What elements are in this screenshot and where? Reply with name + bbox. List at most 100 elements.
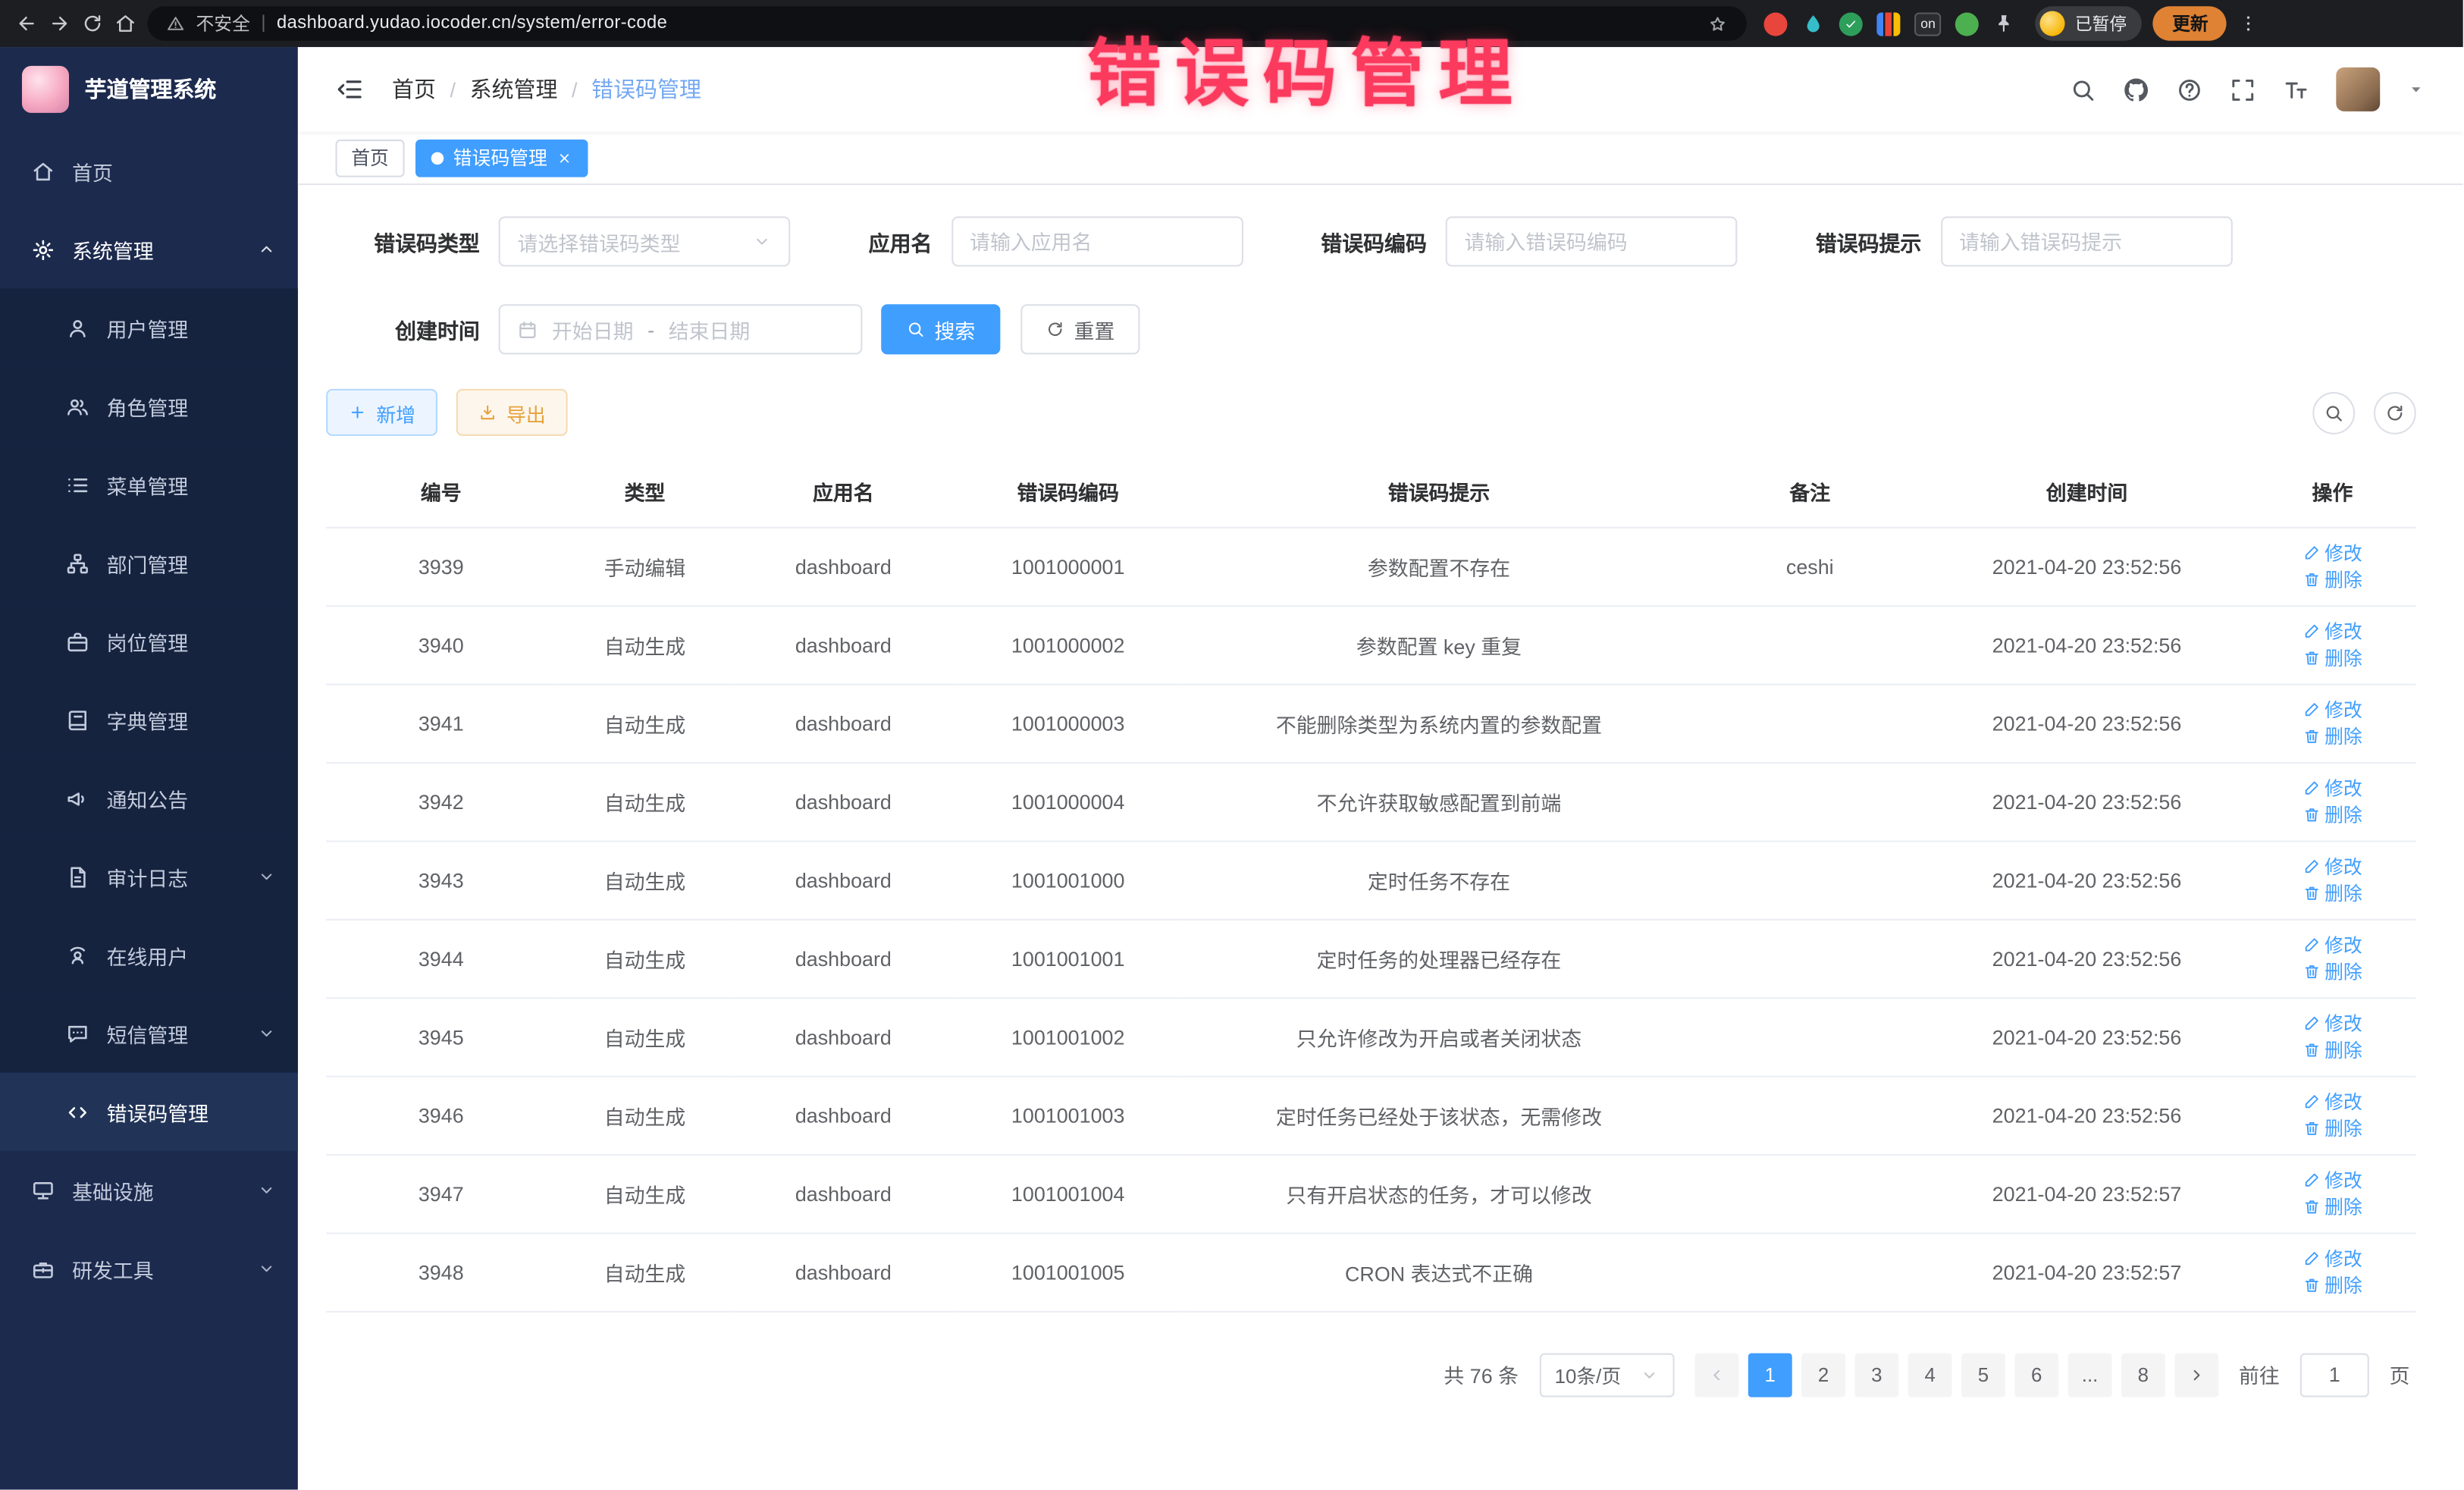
next-page-button[interactable] <box>2174 1353 2218 1397</box>
sidebar-item-7[interactable]: 岗位管理 <box>0 602 298 680</box>
reload-icon[interactable] <box>82 13 104 35</box>
bookmark-star-icon[interactable] <box>1707 14 1728 34</box>
user-avatar[interactable] <box>2336 67 2380 111</box>
edit-link[interactable]: 修改 <box>2303 931 2362 958</box>
browser-menu-icon[interactable] <box>2238 13 2260 35</box>
goto-page-input[interactable] <box>2300 1353 2369 1397</box>
extension-green-icon[interactable] <box>1956 12 1980 36</box>
page-size-select[interactable]: 10条/页 <box>1539 1353 1675 1397</box>
edit-icon <box>2303 701 2320 718</box>
help-icon[interactable] <box>2176 76 2202 102</box>
cell-remark <box>1695 1154 1925 1232</box>
extension-red-icon[interactable] <box>1764 12 1788 36</box>
app-name-input[interactable] <box>951 216 1243 266</box>
delete-link[interactable]: 删除 <box>2303 880 2362 906</box>
error-code-input[interactable] <box>1446 216 1738 266</box>
delete-link[interactable]: 删除 <box>2303 1115 2362 1141</box>
cell-app: dashboard <box>734 919 953 997</box>
toggle-search-button[interactable] <box>2312 391 2355 434</box>
search-icon[interactable] <box>2070 76 2096 102</box>
logo-row[interactable]: 芋道管理系统 <box>0 47 298 132</box>
edit-link[interactable]: 修改 <box>2303 1167 2362 1194</box>
delete-link[interactable]: 删除 <box>2303 723 2362 749</box>
sidebar-item-3[interactable]: 用户管理 <box>0 289 298 367</box>
tab-首页[interactable]: 首页 <box>336 139 405 177</box>
edit-link[interactable]: 修改 <box>2303 696 2362 723</box>
error-type-select[interactable]: 请选择错误码类型 <box>499 216 791 266</box>
edit-link[interactable]: 修改 <box>2303 1245 2362 1272</box>
error-hint-input[interactable] <box>1940 216 2232 266</box>
sidebar-item-5[interactable]: 菜单管理 <box>0 445 298 523</box>
browser-home-icon[interactable] <box>114 13 136 35</box>
search-button[interactable]: 搜索 <box>881 304 1000 354</box>
sidebar-item-11[interactable]: 在线用户 <box>0 916 298 994</box>
pinned-extension-icon[interactable] <box>1993 13 2015 35</box>
delete-link[interactable]: 删除 <box>2303 1272 2362 1298</box>
sidebar-item-1[interactable]: 首页 <box>0 132 298 210</box>
back-icon[interactable] <box>16 13 38 35</box>
delete-link[interactable]: 删除 <box>2303 1037 2362 1063</box>
delete-link[interactable]: 删除 <box>2303 958 2362 985</box>
export-button[interactable]: 导出 <box>456 389 568 436</box>
github-icon[interactable] <box>2123 76 2149 102</box>
prev-page-button[interactable] <box>1694 1353 1738 1397</box>
breadcrumb-item[interactable]: 首页 <box>392 74 436 105</box>
megaphone-icon <box>66 786 89 810</box>
fullscreen-icon[interactable] <box>2230 76 2256 102</box>
font-size-icon[interactable] <box>2283 76 2309 102</box>
edit-link[interactable]: 修改 <box>2303 1088 2362 1115</box>
cell-time: 2021-04-20 23:52:56 <box>1925 840 2249 918</box>
edit-link[interactable]: 修改 <box>2303 539 2362 566</box>
extension-bars-icon[interactable] <box>1876 12 1900 36</box>
page-button-3[interactable]: 3 <box>1854 1353 1898 1397</box>
extension-check-icon[interactable] <box>1839 12 1863 36</box>
cell-type: 自动生成 <box>556 762 733 840</box>
page-button-1[interactable]: 1 <box>1748 1353 1792 1397</box>
update-button[interactable]: 更新 <box>2153 6 2227 40</box>
delete-link[interactable]: 删除 <box>2303 566 2362 593</box>
page-unit-label: 页 <box>2390 1360 2410 1389</box>
reset-button[interactable]: 重置 <box>1020 304 1140 354</box>
add-button[interactable]: 新增 <box>326 389 437 436</box>
sidebar-item-2[interactable]: 系统管理 <box>0 210 298 288</box>
breadcrumb-item[interactable]: 系统管理 <box>470 74 558 105</box>
page-button-8[interactable]: 8 <box>2121 1353 2165 1397</box>
refresh-table-button[interactable] <box>2374 391 2416 434</box>
edit-link[interactable]: 修改 <box>2303 1010 2362 1037</box>
forward-icon[interactable] <box>49 13 71 35</box>
sidebar-item-13[interactable]: 错误码管理 <box>0 1073 298 1151</box>
page-button-2[interactable]: 2 <box>1801 1353 1845 1397</box>
caret-down-icon[interactable] <box>2406 80 2425 99</box>
sidebar-item-8[interactable]: 字典管理 <box>0 681 298 759</box>
page-button-4[interactable]: 4 <box>1908 1353 1952 1397</box>
edit-link[interactable]: 修改 <box>2303 775 2362 801</box>
sidebar-item-14[interactable]: 基础设施 <box>0 1151 298 1229</box>
sidebar-item-6[interactable]: 部门管理 <box>0 524 298 602</box>
sidebar-item-4[interactable]: 角色管理 <box>0 367 298 445</box>
page-ellipsis[interactable]: ... <box>2068 1353 2112 1397</box>
sidebar-fold-icon[interactable] <box>336 75 364 103</box>
page-button-5[interactable]: 5 <box>1961 1353 2005 1397</box>
users-icon <box>66 394 89 418</box>
address-bar[interactable]: 不安全 | dashboard.yudao.iocoder.cn/system/… <box>147 6 1746 40</box>
sidebar-item-10[interactable]: 审计日志 <box>0 837 298 915</box>
date-range-picker[interactable]: 开始日期 - 结束日期 <box>499 304 863 354</box>
page-button-6[interactable]: 6 <box>2014 1353 2058 1397</box>
sidebar-item-15[interactable]: 研发工具 <box>0 1229 298 1307</box>
sidebar-item-9[interactable]: 通知公告 <box>0 759 298 837</box>
extension-on-badge[interactable]: on <box>1914 12 1942 36</box>
delete-link[interactable]: 删除 <box>2303 1194 2362 1220</box>
edit-link[interactable]: 修改 <box>2303 618 2362 645</box>
trash-icon <box>2303 571 2320 588</box>
close-icon[interactable] <box>556 149 572 165</box>
sidebar: 芋道管理系统 首页系统管理用户管理角色管理菜单管理部门管理岗位管理字典管理通知公… <box>0 47 298 1490</box>
delete-link[interactable]: 删除 <box>2303 801 2362 828</box>
column-remark: 备注 <box>1695 458 1925 527</box>
browser-profile-chip[interactable]: 已暂停 <box>2036 6 2143 40</box>
chevron-down-icon <box>257 867 276 886</box>
edit-link[interactable]: 修改 <box>2303 853 2362 880</box>
sidebar-item-12[interactable]: 短信管理 <box>0 994 298 1072</box>
tab-错误码管理[interactable]: 错误码管理 <box>415 139 588 177</box>
extension-drop-icon[interactable] <box>1801 12 1825 36</box>
delete-link[interactable]: 删除 <box>2303 645 2362 671</box>
